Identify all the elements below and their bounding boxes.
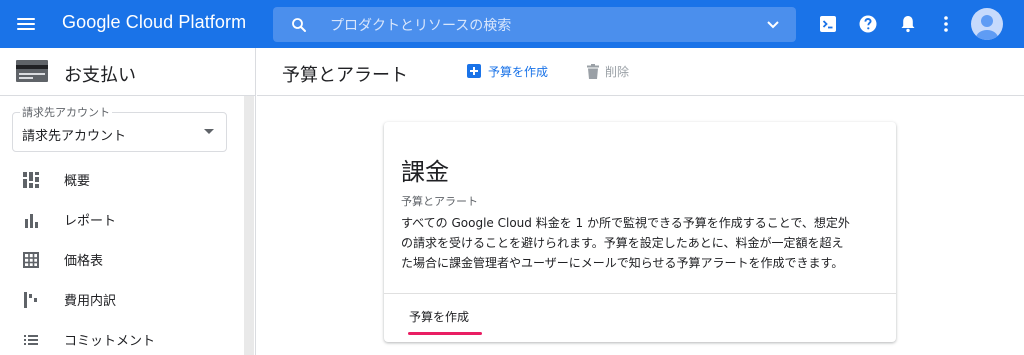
search-input[interactable]: プロダクトとリソースの検索	[330, 15, 511, 35]
sidebar-title: お支払い	[64, 65, 136, 86]
sidebar-header: お支払い	[0, 48, 255, 96]
card-description-line: の請求を受けることを避けられます。予算を設定したあとに、料金が一定額を超え	[401, 236, 844, 250]
bar-chart-icon	[25, 214, 38, 228]
product-name[interactable]: Google Cloud Platform	[62, 12, 246, 33]
billing-icon	[16, 60, 48, 82]
card-divider	[384, 293, 896, 294]
help-icon[interactable]	[857, 13, 879, 35]
sidebar-item-label: コミットメント	[64, 334, 156, 349]
create-budget-label: 予算を作成	[488, 65, 549, 79]
billing-account-value: 請求先アカウント	[22, 129, 127, 144]
sidebar-item-label: レポート	[64, 214, 117, 229]
sidebar-item-pricing[interactable]: 価格表	[0, 239, 244, 279]
sidebar-item-label: 価格表	[64, 254, 104, 269]
sidebar-item-reports[interactable]: レポート	[0, 199, 244, 239]
top-bar: Google Cloud Platform プロダクトとリソースの検索	[0, 0, 1024, 48]
billing-account-label: 請求先アカウント	[20, 104, 112, 120]
card-description: すべての Google Cloud 料金を 1 か所で監視できる予算を作成するこ…	[401, 213, 887, 273]
dashboard-icon	[23, 172, 39, 188]
sidebar-item-label: 費用内訳	[64, 294, 117, 309]
sidebar-scrollbar[interactable]	[244, 96, 254, 355]
card-title: 課金	[401, 158, 449, 186]
search-bar[interactable]: プロダクトとリソースの検索	[273, 7, 796, 42]
sidebar-item-label: 概要	[64, 174, 91, 189]
sidebar: お支払い 請求先アカウント 請求先アカウント 概要 レポート 価格表 費用内訳	[0, 48, 256, 355]
account-icon[interactable]	[971, 8, 1003, 40]
chevron-down-icon[interactable]	[766, 18, 780, 32]
sidebar-item-overview[interactable]: 概要	[0, 159, 244, 199]
sidebar-item-commitments[interactable]: コミットメント	[0, 319, 244, 355]
card-description-line: た場合に課金管理者やユーザーにメールで知らせる予算アラートを作成できます。	[401, 256, 844, 270]
dropdown-caret-icon	[204, 129, 214, 134]
add-box-icon	[467, 64, 481, 78]
delete-label: 削除	[605, 65, 630, 79]
sidebar-item-cost-breakdown[interactable]: 費用内訳	[0, 279, 244, 319]
page-title: 予算とアラート	[282, 65, 408, 86]
menu-icon[interactable]	[14, 12, 38, 36]
card-create-budget-button[interactable]: 予算を作成	[409, 308, 469, 325]
highlight-underline	[408, 332, 482, 335]
table-icon	[23, 252, 39, 268]
more-vert-icon[interactable]	[935, 13, 957, 35]
card-description-line: すべての Google Cloud 料金を 1 か所で監視できる予算を作成するこ…	[401, 216, 850, 230]
notifications-icon[interactable]	[897, 13, 919, 35]
card-subtitle: 予算とアラート	[401, 195, 478, 208]
page-header: 予算とアラート 予算を作成 削除	[257, 48, 1024, 96]
trash-icon	[587, 64, 599, 79]
cloud-shell-icon[interactable]	[817, 13, 839, 35]
billing-card: 課金 予算とアラート すべての Google Cloud 料金を 1 か所で監視…	[384, 122, 896, 342]
search-icon	[292, 18, 306, 32]
waterfall-icon	[24, 292, 37, 308]
list-icon	[24, 335, 38, 345]
